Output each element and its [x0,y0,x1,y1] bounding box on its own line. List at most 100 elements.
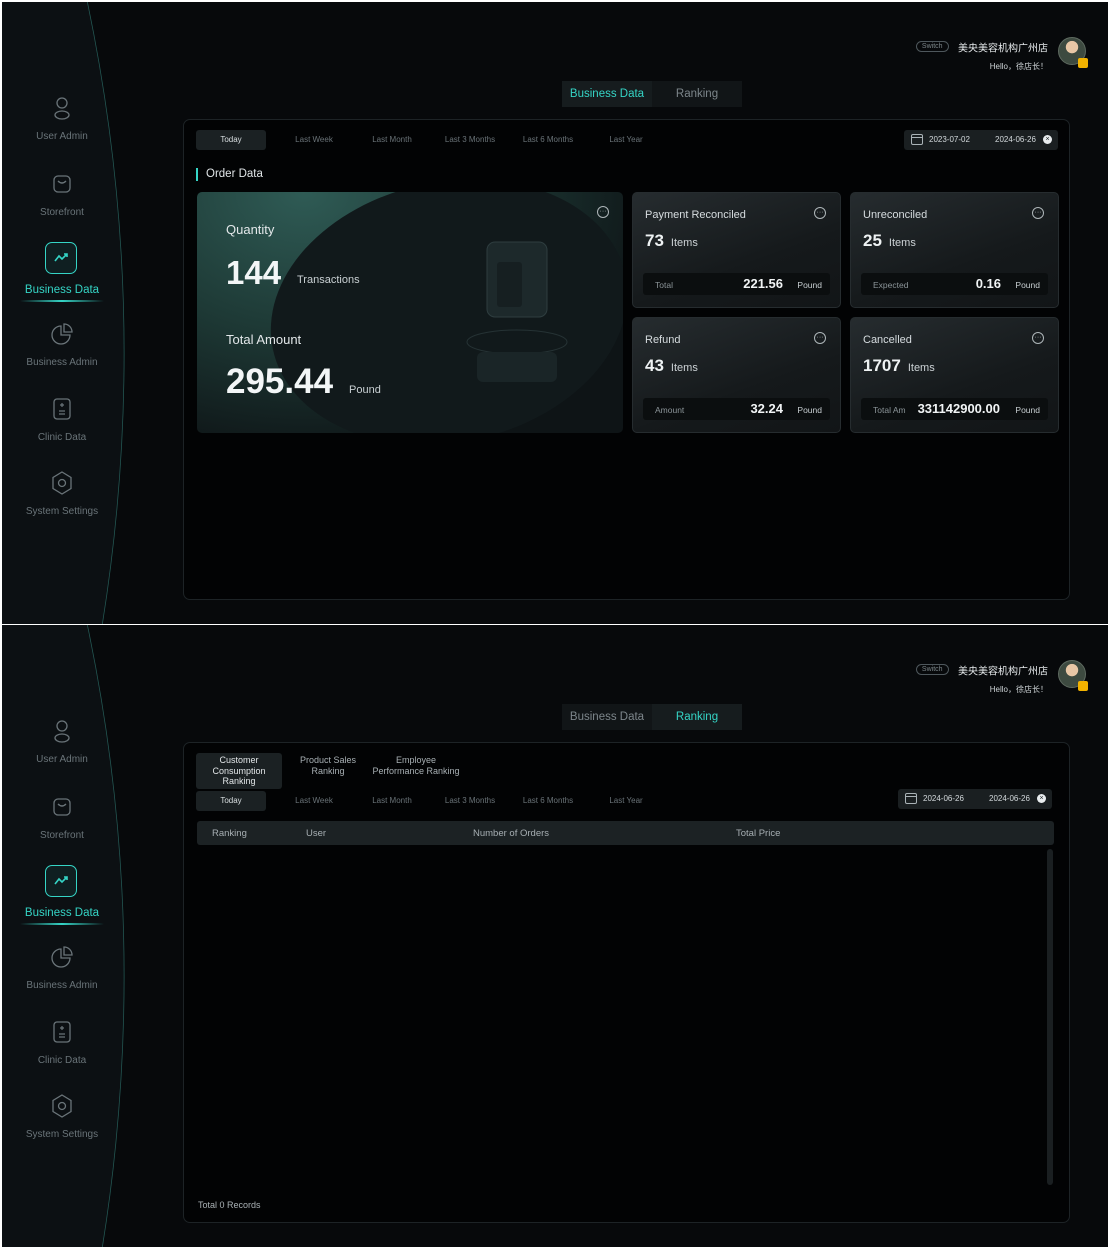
card-title: Unreconciled [863,209,928,221]
sidebar-item-label: Clinic Data [37,432,87,443]
subtab-customer-consumption[interactable]: Customer Consumption Ranking [196,753,282,789]
sidebar-item-label: Storefront [40,207,84,218]
switch-store-button[interactable]: Switch [915,664,949,676]
footer-value: 221.56 [743,276,783,291]
range-tab-last-week[interactable]: Last Week [278,130,350,150]
hexagon-settings-icon [52,471,72,495]
quantity-label: Quantity [226,222,275,237]
range-tab-last-6-months[interactable]: Last 6 Months [512,791,584,811]
more-icon[interactable]: ··· [1032,332,1044,344]
trend-chart-icon [54,253,68,262]
refund-card: ··· Refund 43 Items Amount 32.24 Pound [632,317,841,433]
range-tab-last-3-months[interactable]: Last 3 Months [434,130,506,150]
switch-store-button[interactable]: Switch [915,41,949,53]
avatar-badge-icon [1078,681,1088,691]
card-title: Payment Reconciled [645,209,746,221]
trend-chart-icon [54,876,68,885]
business-data-screen: User Admin Storefront Business Data Busi… [2,2,1108,624]
sidebar-item-label: Business Data [24,907,100,919]
table-scrollbar[interactable] [1047,849,1053,1185]
range-tab-last-6-months[interactable]: Last 6 Months [512,130,584,150]
card-count: 1707 Items [863,356,935,375]
section-title: Order Data [196,168,263,181]
sidebar-item-label: User Admin [36,754,88,765]
range-tab-today[interactable]: Today [196,791,266,811]
date-end[interactable]: 2024-06-26 [989,794,1030,803]
range-tab-last-month[interactable]: Last Month [356,791,428,811]
clear-icon[interactable]: × [1037,794,1046,803]
sidebar-item-label: System Settings [25,506,99,517]
range-tab-last-year[interactable]: Last Year [590,791,662,811]
footer-label: Amount [655,405,685,415]
date-start[interactable]: 2024-06-26 [923,794,964,803]
date-range-picker[interactable]: 2023-07-02 2024-06-26 × [904,130,1058,150]
cancelled-card: ··· Cancelled 1707 Items Total Am 3311429… [850,317,1059,433]
range-tab-today[interactable]: Today [196,130,266,150]
sidebar-item-label: Storefront [40,830,84,841]
more-icon[interactable]: ··· [1032,207,1044,219]
calculator-icon [53,398,71,420]
main-panel: Today Last Week Last Month Last 3 Months… [183,119,1070,600]
card-title: Refund [645,334,681,346]
date-end[interactable]: 2024-06-26 [995,135,1036,144]
pie-chart-icon [51,323,73,345]
column-header-user[interactable]: User [306,828,326,839]
footer-label: Expected [873,280,909,290]
ranking-sub-tabs: Customer Consumption Ranking Product Sal… [196,753,460,789]
column-header-ranking[interactable]: Ranking [212,828,247,839]
column-header-total-price[interactable]: Total Price [736,828,780,839]
tab-ranking[interactable]: Ranking [652,81,742,107]
bag-icon [53,175,71,193]
time-range-tabs: Today Last Week Last Month Last 3 Months… [196,130,668,150]
more-icon[interactable]: ··· [597,206,609,218]
tab-business-data[interactable]: Business Data [562,81,652,107]
calendar-icon [911,134,923,145]
card-footer: Amount 32.24 Pound [643,398,830,420]
date-range-picker[interactable]: 2024-06-26 2024-06-26 × [898,789,1052,809]
avatar-badge-icon [1078,58,1088,68]
unreconciled-card: ··· Unreconciled 25 Items Expected 0.16 P… [850,192,1059,308]
user-icon [54,97,70,120]
footer-value: 32.24 [750,401,783,416]
sidebar-nav: User Admin Storefront Business Data Busi… [2,2,122,624]
store-name: 美央美容机构广州店 [958,666,1048,678]
card-footer: Total Am 331142900.00 Pound [861,398,1048,420]
sidebar-item-label: Business Admin [26,980,98,991]
range-tab-last-week[interactable]: Last Week [278,791,350,811]
top-tabs: Business Data Ranking [562,704,742,730]
payment-reconciled-card: ··· Payment Reconciled 73 Items Total 221… [632,192,841,308]
more-icon[interactable]: ··· [814,332,826,344]
user-icon [54,720,70,743]
footer-unit: Pound [797,280,822,290]
footer-label: Total [655,280,673,290]
device-illustration-icon [466,241,568,382]
card-count: 25 Items [863,231,916,250]
card-footer: Expected 0.16 Pound [861,273,1048,295]
subtab-employee-performance[interactable]: Employee Performance Ranking [372,753,460,789]
time-range-tabs: Today Last Week Last Month Last 3 Months… [196,791,668,811]
ranking-panel: Customer Consumption Ranking Product Sal… [183,742,1070,1223]
more-icon[interactable]: ··· [814,207,826,219]
store-name: 美央美容机构广州店 [958,43,1048,55]
greeting: Hello，徐店长！ [989,62,1048,71]
footer-value: 0.16 [975,276,1001,291]
range-tab-last-3-months[interactable]: Last 3 Months [434,791,506,811]
date-start[interactable]: 2023-07-02 [929,135,970,144]
footer-unit: Pound [1015,405,1040,415]
tab-ranking[interactable]: Ranking [652,704,742,730]
card-footer: Total 221.56 Pound [643,273,830,295]
tab-business-data[interactable]: Business Data [562,704,652,730]
hexagon-settings-icon [52,1094,72,1118]
table-header: Ranking User Number of Orders Total Pric… [197,821,1054,845]
range-tab-last-year[interactable]: Last Year [590,130,662,150]
sidebar-item-label: Clinic Data [37,1055,87,1066]
subtab-product-sales[interactable]: Product Sales Ranking [284,753,372,789]
column-header-orders[interactable]: Number of Orders [473,828,549,839]
card-title: Cancelled [863,334,912,346]
clear-icon[interactable]: × [1043,135,1052,144]
sidebar-item-label: Business Admin [26,357,98,368]
range-tab-last-month[interactable]: Last Month [356,130,428,150]
total-records: Total 0 Records [198,1200,261,1210]
sidebar-item-label: User Admin [36,131,88,142]
top-tabs: Business Data Ranking [562,81,742,107]
